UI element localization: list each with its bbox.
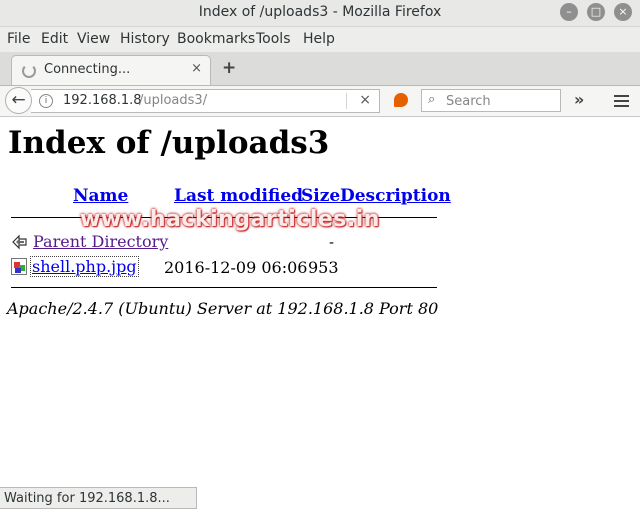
overflow-chevron-icon[interactable]: » <box>574 90 584 109</box>
column-name-link[interactable]: Name <box>73 186 128 206</box>
firefox-addon-icon[interactable] <box>394 93 408 107</box>
footer-divider <box>11 287 437 288</box>
new-tab-button[interactable]: + <box>222 58 236 78</box>
page-title: Index of /uploads3 <box>8 125 330 161</box>
tab-bar: Connecting... × + <box>0 52 640 86</box>
parent-directory-icon <box>12 234 27 250</box>
hamburger-menu-icon[interactable] <box>614 95 629 107</box>
info-icon[interactable]: i <box>39 94 53 108</box>
column-size-link[interactable]: Size <box>301 186 340 206</box>
navigation-bar: i 192.168.1.8 /uploads3/ × ← ⌕ » <box>0 86 640 117</box>
tab-connecting[interactable]: Connecting... × <box>11 55 211 85</box>
file-last-modified: 2016-12-09 06:06 <box>164 258 308 277</box>
watermark-text: www.hackingarticles.in <box>80 207 380 232</box>
search-box[interactable]: ⌕ <box>421 89 561 112</box>
file-size: 953 <box>308 258 339 277</box>
menu-help[interactable]: Help <box>303 31 335 47</box>
window-titlebar: Index of /uploads3 - Mozilla Firefox – □… <box>0 0 640 27</box>
menu-bar: File Edit View History Bookmarks Tools H… <box>0 27 640 52</box>
image-file-icon <box>11 258 27 275</box>
minimize-icon[interactable]: – <box>560 3 578 21</box>
parent-size: - <box>329 233 335 251</box>
server-signature: Apache/2.4.7 (Ubuntu) Server at 192.168.… <box>7 299 439 318</box>
search-input[interactable] <box>444 91 558 111</box>
url-path: /uploads3/ <box>139 93 208 108</box>
menu-file[interactable]: File <box>7 31 30 47</box>
url-bar[interactable]: i 192.168.1.8 /uploads3/ × <box>31 89 380 113</box>
window-title: Index of /uploads3 - Mozilla Firefox <box>198 4 442 20</box>
tab-close-icon[interactable]: × <box>191 61 202 76</box>
parent-directory-link[interactable]: Parent Directory <box>33 232 168 251</box>
menu-bookmarks[interactable]: Bookmarks <box>177 31 255 47</box>
menu-tools[interactable]: Tools <box>256 31 291 47</box>
page-content: Index of /uploads3 Name Last modified Si… <box>0 117 640 510</box>
back-arrow-icon: ← <box>11 90 26 110</box>
menu-view[interactable]: View <box>77 31 110 47</box>
tab-label: Connecting... <box>44 62 131 77</box>
loading-spinner-icon <box>22 64 36 78</box>
url-separator <box>346 93 347 109</box>
maximize-icon[interactable]: □ <box>587 3 605 21</box>
close-icon[interactable]: × <box>614 3 632 21</box>
column-last-modified-link[interactable]: Last modified <box>174 186 303 206</box>
status-bar: Waiting for 192.168.1.8... <box>0 487 197 509</box>
search-icon: ⌕ <box>428 92 436 107</box>
stop-icon[interactable]: × <box>359 92 371 108</box>
menu-edit[interactable]: Edit <box>41 31 68 47</box>
menu-history[interactable]: History <box>120 31 170 47</box>
url-host: 192.168.1.8 <box>63 93 142 108</box>
back-button[interactable]: ← <box>5 87 32 114</box>
column-description-link[interactable]: Description <box>340 186 451 206</box>
file-link-shell-php-jpg[interactable]: shell.php.jpg <box>30 256 139 277</box>
